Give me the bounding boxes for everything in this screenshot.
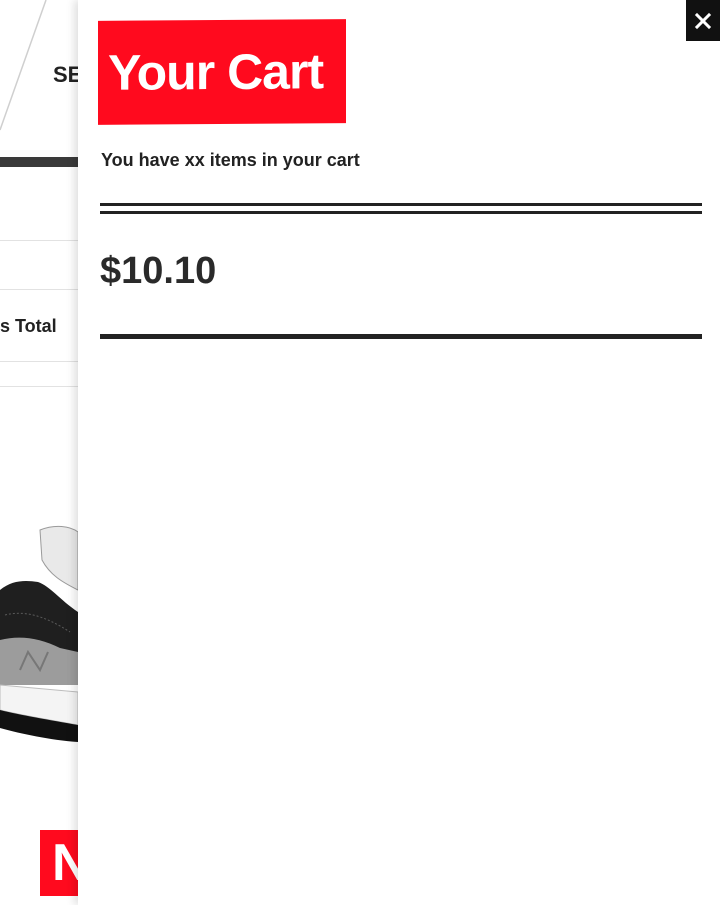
page: SE s Total N Your Cart You have xx items… [0,0,720,905]
background-divider [0,240,78,241]
background-divider [0,361,78,362]
close-icon[interactable] [694,12,712,30]
cart-drawer: Your Cart You have xx items in your cart… [78,0,720,905]
nav-label[interactable]: SE [53,62,78,88]
background-page: SE s Total N [0,0,78,905]
sneaker-image[interactable] [0,520,78,780]
background-total-label: s Total [0,316,57,336]
cart-title: Your Cart [98,19,346,125]
background-divider [0,386,78,387]
cart-divider-double [100,203,702,214]
close-button[interactable] [686,0,720,41]
background-divider [0,289,78,290]
background-brand-badge: N [40,830,78,896]
cart-total-price: $10.10 [100,250,217,292]
background-divider-bar [0,157,78,167]
cart-divider [100,334,702,339]
cart-item-count-text: You have xx items in your cart [101,150,360,170]
